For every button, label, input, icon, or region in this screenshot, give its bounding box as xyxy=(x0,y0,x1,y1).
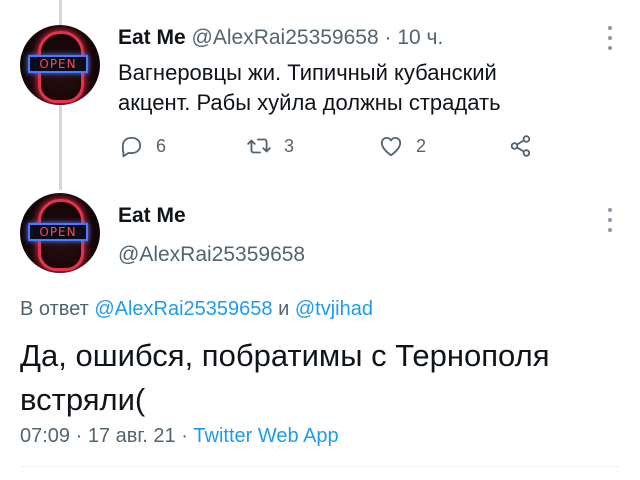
tweet-actions: 6 3 2 xyxy=(0,133,640,163)
separator-dot: · xyxy=(384,26,392,49)
tweet-metadata: 07:09 · 17 авг. 21 · Twitter Web App xyxy=(20,425,339,448)
avatar-open-sign: OPEN xyxy=(28,223,88,241)
tweet-time[interactable]: 07:09 xyxy=(20,425,70,447)
user-handle[interactable]: @AlexRai25359658 xyxy=(118,243,305,267)
reply-button[interactable]: 6 xyxy=(118,133,166,159)
reply-user-link[interactable]: @AlexRai25359658 xyxy=(94,298,272,320)
tweet-time[interactable]: 10 ч. xyxy=(397,26,443,49)
reply-icon xyxy=(121,136,142,158)
tweet-text: Да, ошибся, побратимы с Тернополя встрял… xyxy=(20,338,550,417)
user-handle[interactable]: @AlexRai25359658 xyxy=(192,26,379,49)
divider xyxy=(20,466,620,467)
tweet-text: Вагнеровцы жи. Типичный кубанский акцент… xyxy=(118,60,501,115)
more-options-icon[interactable] xyxy=(600,26,620,50)
source-app-link[interactable]: Twitter Web App xyxy=(193,425,338,447)
share-icon xyxy=(510,135,531,157)
reply-and: и xyxy=(278,298,290,320)
avatar-open-sign: OPEN xyxy=(28,55,88,73)
display-name[interactable]: Eat Me xyxy=(118,204,186,228)
like-count: 2 xyxy=(416,135,427,156)
heart-icon xyxy=(380,136,402,157)
retweet-button[interactable]: 3 xyxy=(246,133,294,159)
more-options-icon[interactable] xyxy=(600,208,620,232)
avatar[interactable]: OPEN xyxy=(20,193,100,273)
tweet-date[interactable]: 17 авг. 21 xyxy=(88,425,176,447)
share-button[interactable] xyxy=(508,133,534,159)
like-button[interactable]: 2 xyxy=(378,133,426,159)
reply-prefix: В ответ xyxy=(20,298,89,320)
tweet-thread: OPEN Eat Me @AlexRai25359658 · 10 ч. Ваг… xyxy=(0,0,640,480)
avatar[interactable]: OPEN xyxy=(20,25,100,105)
separator-dot: · xyxy=(75,425,83,447)
retweet-icon xyxy=(247,138,271,154)
tweet-header: Eat Me @AlexRai25359658 · 10 ч. xyxy=(118,24,443,52)
retweet-count: 3 xyxy=(284,135,295,156)
separator-dot: · xyxy=(181,425,188,447)
reply-context: В ответ @AlexRai25359658 и @tvjihad xyxy=(20,298,373,321)
reply-user-link[interactable]: @tvjihad xyxy=(295,298,373,320)
display-name[interactable]: Eat Me xyxy=(118,26,186,49)
reply-count: 6 xyxy=(156,135,167,156)
